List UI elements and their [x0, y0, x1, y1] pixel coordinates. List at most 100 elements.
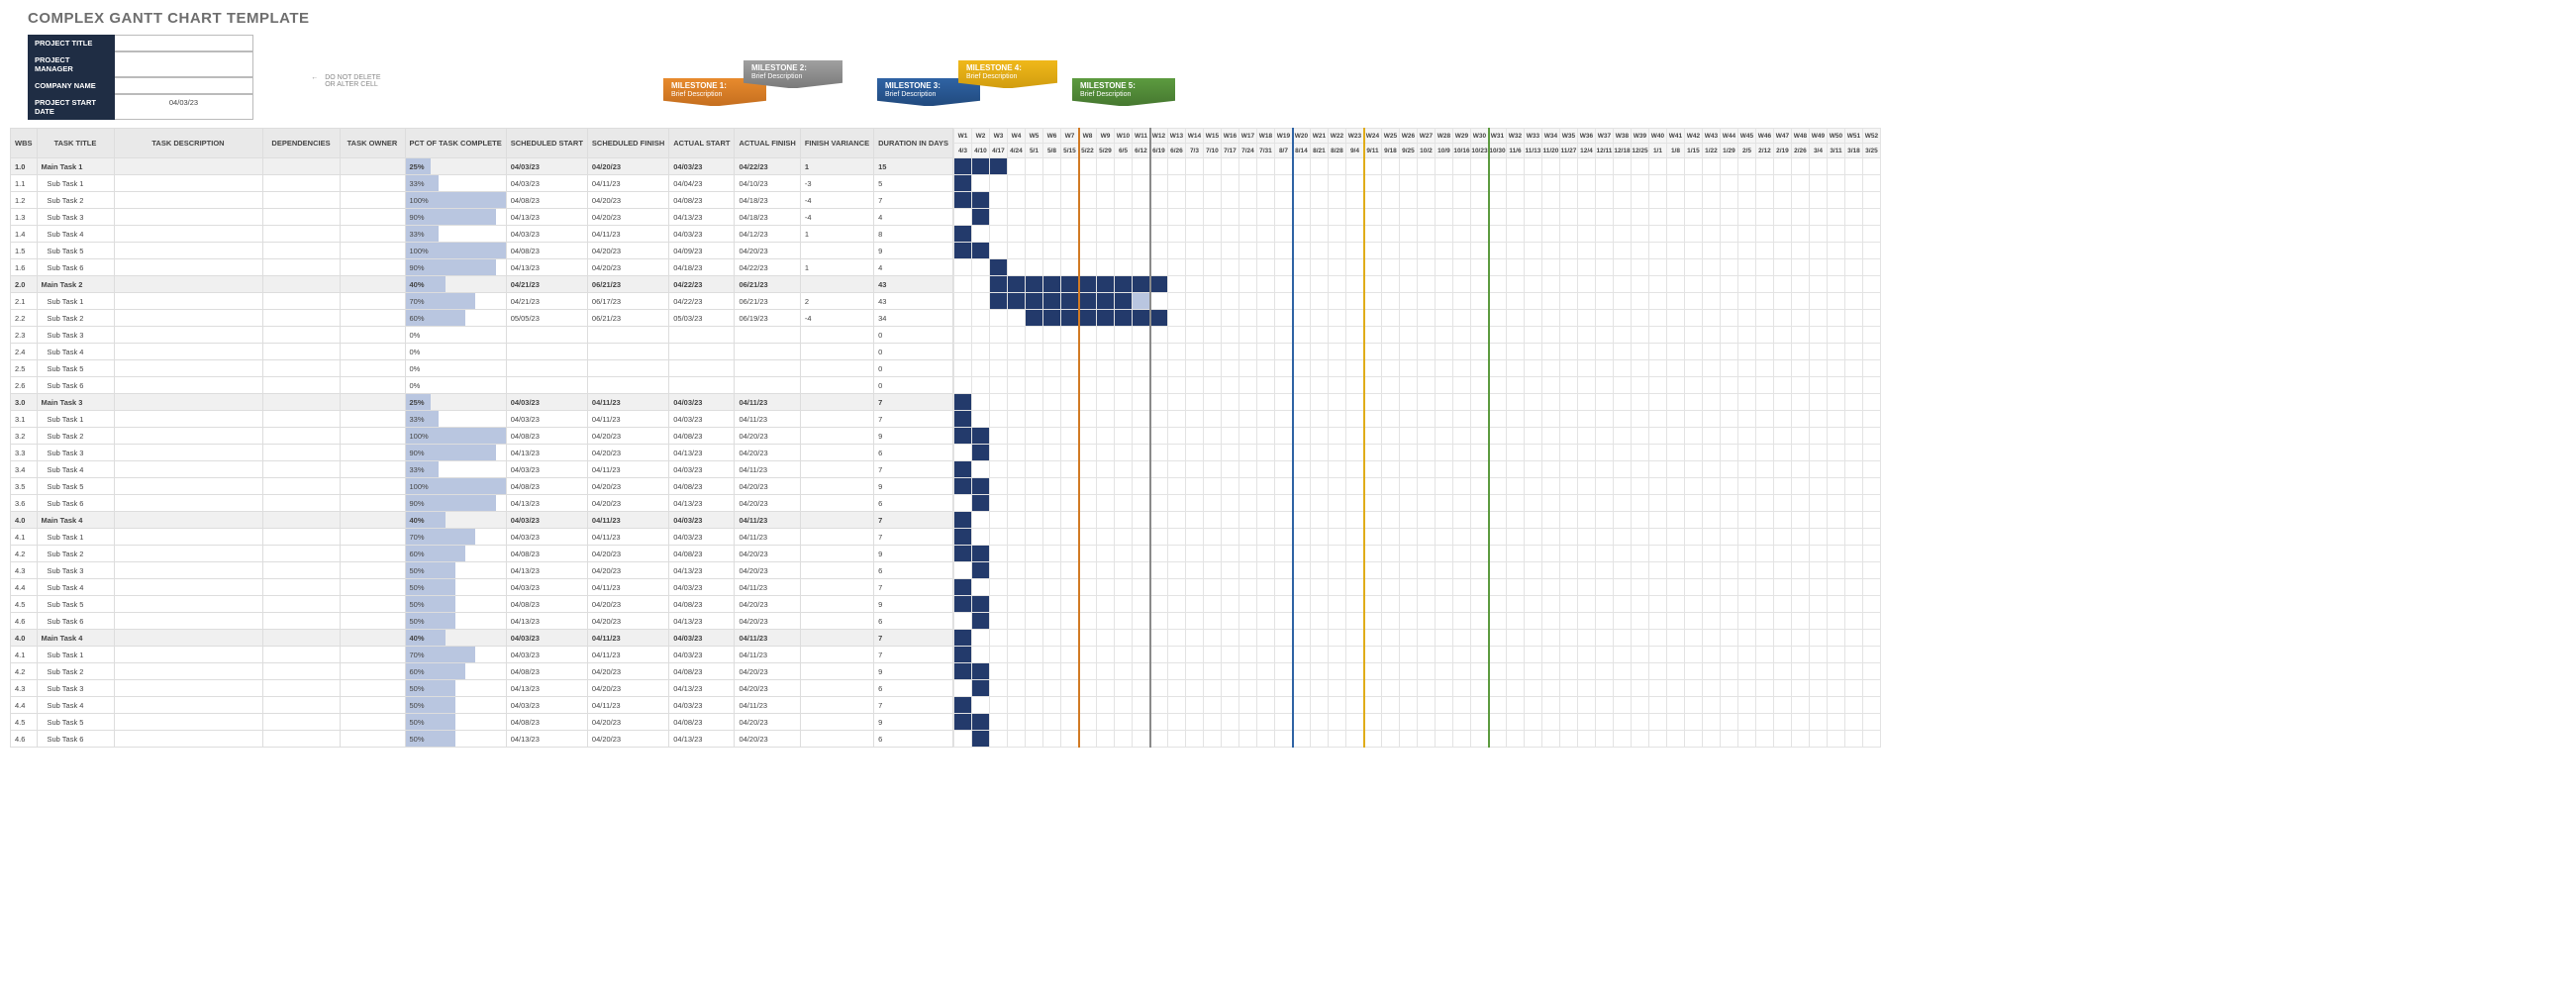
week-header: W38 — [1613, 129, 1631, 144]
week-header: W19 — [1274, 129, 1292, 144]
date-header: 10/2 — [1417, 144, 1435, 158]
week-header: W43 — [1702, 129, 1720, 144]
milestone-flag: MILESTONE 4:Brief Description — [958, 60, 1057, 88]
task-row[interactable]: 3.1 Sub Task 1 33% 04/03/2304/11/23 04/0… — [11, 411, 953, 428]
week-header: W17 — [1238, 129, 1256, 144]
task-row[interactable]: 1.5 Sub Task 5 100% 04/08/2304/20/23 04/… — [11, 243, 953, 259]
task-row[interactable]: 1.6 Sub Task 6 90% 04/13/2304/20/23 04/1… — [11, 259, 953, 276]
date-header: 6/19 — [1149, 144, 1167, 158]
gantt-row — [953, 461, 1880, 478]
task-row[interactable]: 1.0 Main Task 1 25% 04/03/2304/20/23 04/… — [11, 158, 953, 175]
task-row[interactable]: 2.4 Sub Task 4 0% 0 — [11, 344, 953, 360]
date-header: 7/3 — [1185, 144, 1203, 158]
gantt-row — [953, 680, 1880, 697]
task-row[interactable]: 2.6 Sub Task 6 0% 0 — [11, 377, 953, 394]
task-row[interactable]: 1.3 Sub Task 3 90% 04/13/2304/20/23 04/1… — [11, 209, 953, 226]
week-header: W9 — [1096, 129, 1114, 144]
task-row[interactable]: 2.1 Sub Task 1 70% 04/21/2306/17/23 04/2… — [11, 293, 953, 310]
task-row[interactable]: 4.6 Sub Task 6 50% 04/13/2304/20/23 04/1… — [11, 731, 953, 748]
task-row[interactable]: 4.1 Sub Task 1 70% 04/03/2304/11/23 04/0… — [11, 529, 953, 546]
week-header: W12 — [1149, 129, 1167, 144]
task-row[interactable]: 4.5 Sub Task 5 50% 04/08/2304/20/23 04/0… — [11, 596, 953, 613]
gantt-row — [953, 596, 1880, 613]
gantt-row — [953, 579, 1880, 596]
week-header: W23 — [1345, 129, 1363, 144]
task-row[interactable]: 3.4 Sub Task 4 33% 04/03/2304/11/23 04/0… — [11, 461, 953, 478]
week-header: W1 — [953, 129, 971, 144]
week-header: W35 — [1559, 129, 1577, 144]
date-header: 5/8 — [1042, 144, 1060, 158]
task-row[interactable]: 3.0 Main Task 3 25% 04/03/2304/11/23 04/… — [11, 394, 953, 411]
date-header: 2/19 — [1773, 144, 1791, 158]
date-header: 1/1 — [1648, 144, 1666, 158]
gantt-row — [953, 344, 1880, 360]
date-header: 4/10 — [971, 144, 989, 158]
gantt-row — [953, 394, 1880, 411]
week-header: W28 — [1435, 129, 1452, 144]
task-row[interactable]: 4.6 Sub Task 6 50% 04/13/2304/20/23 04/1… — [11, 613, 953, 630]
task-grid[interactable]: WBSTASK TITLE TASK DESCRIPTIONDEPENDENCI… — [10, 128, 953, 748]
gantt-row — [953, 663, 1880, 680]
date-header: 12/4 — [1577, 144, 1595, 158]
gantt-chart[interactable]: W1W2W3W4W5W6W7W8W9W10W11W12W13W14W15W16W… — [953, 128, 1881, 748]
gantt-row — [953, 731, 1880, 748]
task-row[interactable]: 4.2 Sub Task 2 60% 04/08/2304/20/23 04/0… — [11, 663, 953, 680]
date-header: 9/11 — [1363, 144, 1381, 158]
proj-info-value[interactable] — [115, 35, 253, 51]
task-row[interactable]: 1.2 Sub Task 2 100% 04/08/2304/20/23 04/… — [11, 192, 953, 209]
task-row[interactable]: 2.2 Sub Task 2 60% 05/05/2306/21/23 05/0… — [11, 310, 953, 327]
task-row[interactable]: 4.0 Main Task 4 40% 04/03/2304/11/23 04/… — [11, 512, 953, 529]
week-header: W45 — [1737, 129, 1755, 144]
task-row[interactable]: 4.5 Sub Task 5 50% 04/08/2304/20/23 04/0… — [11, 714, 953, 731]
date-header: 6/26 — [1167, 144, 1185, 158]
task-row[interactable]: 2.3 Sub Task 3 0% 0 — [11, 327, 953, 344]
gantt-row — [953, 630, 1880, 647]
task-row[interactable]: 3.3 Sub Task 3 90% 04/13/2304/20/23 04/1… — [11, 445, 953, 461]
week-header: W26 — [1399, 129, 1417, 144]
task-row[interactable]: 3.2 Sub Task 2 100% 04/08/2304/20/23 04/… — [11, 428, 953, 445]
week-header: W40 — [1648, 129, 1666, 144]
week-header: W22 — [1328, 129, 1345, 144]
gantt-row — [953, 714, 1880, 731]
week-header: W50 — [1827, 129, 1844, 144]
week-header: W5 — [1025, 129, 1042, 144]
task-row[interactable]: 2.5 Sub Task 5 0% 0 — [11, 360, 953, 377]
gantt-row — [953, 243, 1880, 259]
date-header: 7/10 — [1203, 144, 1221, 158]
task-row[interactable]: 1.1 Sub Task 1 33% 04/03/2304/11/23 04/0… — [11, 175, 953, 192]
task-row[interactable]: 2.0 Main Task 2 40% 04/21/2306/21/23 04/… — [11, 276, 953, 293]
task-row[interactable]: 4.3 Sub Task 3 50% 04/13/2304/20/23 04/1… — [11, 680, 953, 697]
gantt-row — [953, 377, 1880, 394]
task-row[interactable]: 4.0 Main Task 4 40% 04/03/2304/11/23 04/… — [11, 630, 953, 647]
week-header: W52 — [1862, 129, 1880, 144]
gantt-row — [953, 529, 1880, 546]
week-header: W31 — [1488, 129, 1506, 144]
task-row[interactable]: 4.4 Sub Task 4 50% 04/03/2304/11/23 04/0… — [11, 697, 953, 714]
proj-info-value[interactable] — [115, 51, 253, 77]
week-header: W24 — [1363, 129, 1381, 144]
task-row[interactable]: 3.5 Sub Task 5 100% 04/08/2304/20/23 04/… — [11, 478, 953, 495]
gantt-row — [953, 495, 1880, 512]
week-header: W30 — [1470, 129, 1488, 144]
gantt-row — [953, 697, 1880, 714]
gantt-row — [953, 546, 1880, 562]
task-row[interactable]: 4.1 Sub Task 1 70% 04/03/2304/11/23 04/0… — [11, 647, 953, 663]
week-header: W42 — [1684, 129, 1702, 144]
milestone-flags: MILESTONE 1:Brief DescriptionMILESTONE 2… — [10, 78, 2566, 128]
gantt-row — [953, 411, 1880, 428]
week-header: W39 — [1631, 129, 1648, 144]
task-row[interactable]: 4.3 Sub Task 3 50% 04/13/2304/20/23 04/1… — [11, 562, 953, 579]
task-row[interactable]: 1.4 Sub Task 4 33% 04/03/2304/11/23 04/0… — [11, 226, 953, 243]
task-row[interactable]: 3.6 Sub Task 6 90% 04/13/2304/20/23 04/1… — [11, 495, 953, 512]
date-header: 4/3 — [953, 144, 971, 158]
date-header: 8/28 — [1328, 144, 1345, 158]
task-row[interactable]: 4.4 Sub Task 4 50% 04/03/2304/11/23 04/0… — [11, 579, 953, 596]
date-header: 6/12 — [1132, 144, 1149, 158]
gantt-row — [953, 428, 1880, 445]
gantt-row — [953, 562, 1880, 579]
week-header: W20 — [1292, 129, 1310, 144]
week-header: W2 — [971, 129, 989, 144]
date-header: 5/22 — [1078, 144, 1096, 158]
date-header: 12/18 — [1613, 144, 1631, 158]
task-row[interactable]: 4.2 Sub Task 2 60% 04/08/2304/20/23 04/0… — [11, 546, 953, 562]
